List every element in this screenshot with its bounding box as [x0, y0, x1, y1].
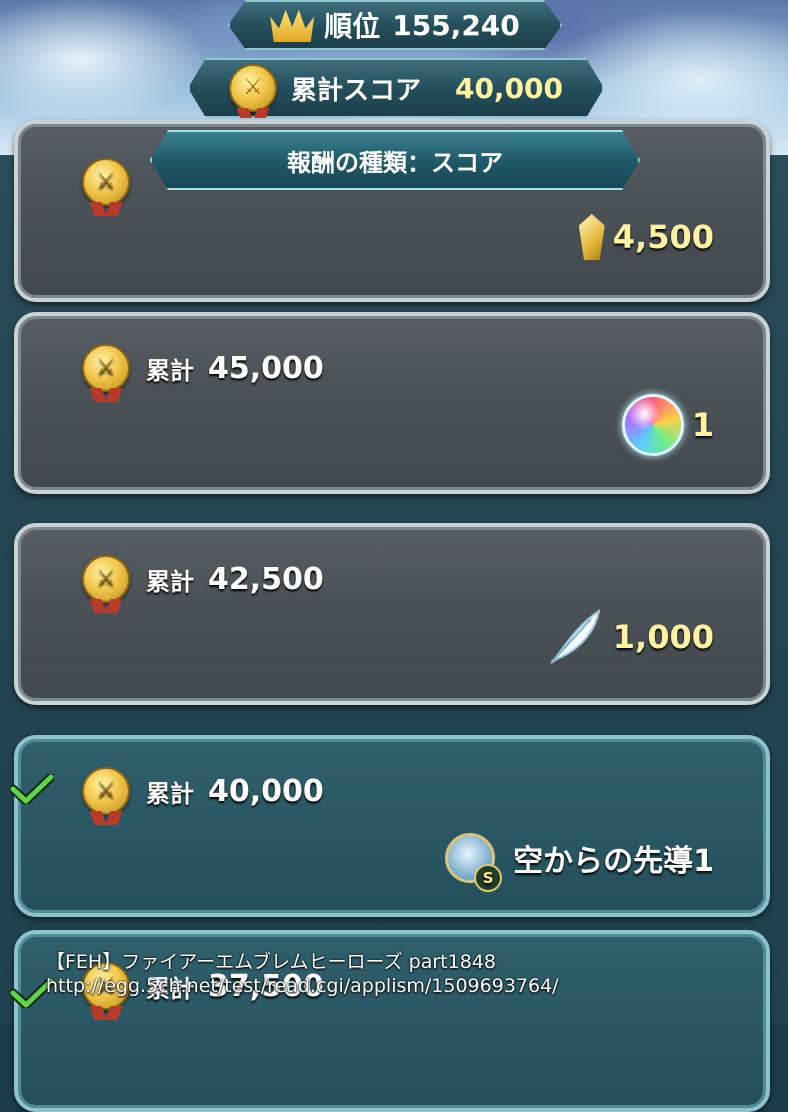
score-value: 40,000 — [454, 71, 564, 105]
threshold-value: 45,000 — [208, 350, 324, 386]
medal-icon — [82, 344, 130, 402]
medal-icon — [229, 64, 277, 112]
reward-card-42500[interactable]: 累計 42,500 1,000 — [14, 523, 770, 705]
reward-amount: 1 — [691, 406, 714, 444]
skill-seal-icon: S — [445, 833, 503, 892]
reward-type-label: 報酬の種類：スコア — [287, 148, 503, 177]
card-reward: S 空からの先導1 — [445, 833, 714, 892]
caption-title: 【FEH】ファイアーエムブレムヒーローズ part1848 — [46, 951, 496, 973]
caption-url: http://egg.5ch.net/test/read.cgi/applism… — [46, 975, 559, 997]
card-threshold: 累計 45,000 — [82, 344, 324, 402]
card-threshold — [82, 158, 130, 216]
threshold-label: 累計 — [146, 779, 194, 808]
check-icon — [10, 774, 54, 804]
score-plate: 累計スコア 40,000 — [188, 58, 604, 118]
card-reward: 4,500 — [578, 214, 714, 260]
reward-type-banner: 報酬の種類：スコア — [150, 130, 640, 190]
reward-card-45000[interactable]: 累計 45,000 1 — [14, 312, 770, 494]
feather-icon — [550, 608, 601, 664]
card-threshold: 累計 40,000 — [82, 767, 324, 825]
rank-label: 順位 — [324, 10, 381, 43]
reward-amount: 1,000 — [612, 618, 714, 656]
reward-amount: 4,500 — [612, 218, 714, 256]
rank-plate: 順位 155,240 — [228, 0, 562, 50]
rainbow-orb-icon — [621, 394, 684, 456]
score-label: 累計スコア — [290, 75, 421, 106]
source-caption: 【FEH】ファイアーエムブレムヒーローズ part1848 http://egg… — [46, 950, 559, 998]
medal-icon — [82, 158, 130, 216]
crown-icon — [270, 8, 314, 42]
threshold-value: 40,000 — [208, 773, 324, 809]
reward-card-40000[interactable]: 累計 40,000 S 空からの先導1 — [14, 735, 770, 917]
card-reward: 1 — [621, 394, 714, 456]
threshold-value: 42,500 — [208, 561, 324, 597]
threshold-label: 累計 — [146, 356, 194, 385]
crystal-icon — [578, 214, 605, 260]
card-reward: 1,000 — [545, 607, 714, 667]
threshold-label: 累計 — [146, 567, 194, 596]
card-threshold: 累計 42,500 — [82, 555, 324, 613]
reward-skill-name: 空からの先導1 — [513, 844, 714, 879]
medal-icon — [82, 555, 130, 613]
rank-value: 155,240 — [392, 8, 520, 42]
medal-icon — [82, 767, 130, 825]
